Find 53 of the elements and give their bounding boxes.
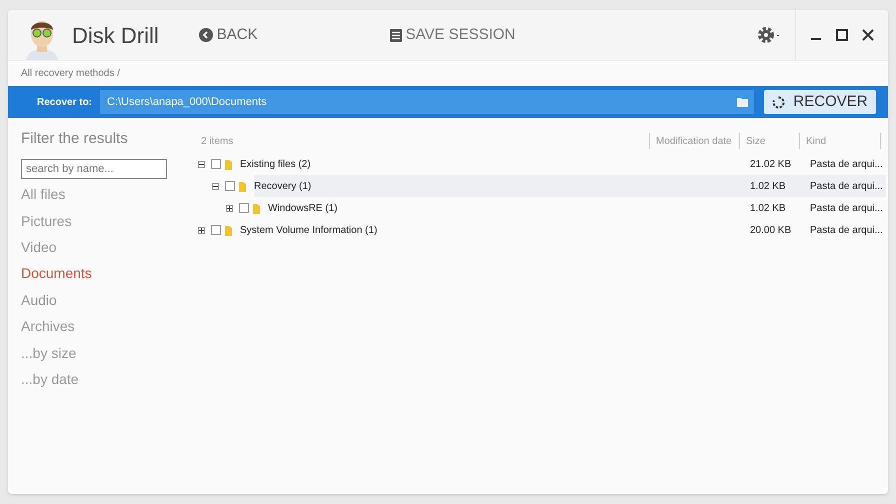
filter-item[interactable]: Documents [21,260,191,288]
file-row[interactable]: Existing files (2) [240,153,656,175]
filter-title: Filter the results [21,129,129,149]
filter-item[interactable]: Archives [21,313,191,340]
recover-button[interactable]: RECOVER [764,90,876,114]
filter-item[interactable]: Video [21,234,191,261]
kind-cell-text: Pasta de arqui... [809,202,884,216]
expand-toggle[interactable] [226,204,233,212]
maximize-icon[interactable] [836,29,848,41]
kind-cell-text: Pasta de arqui... [809,224,884,238]
path-field[interactable]: C:\Users\anapa_000\Documents [100,90,754,114]
filter-item[interactable]: All files [21,182,191,208]
size-cell-text: 21.02 KB [749,158,792,172]
folder-icon [238,180,247,192]
expand-toggle[interactable] [198,226,205,234]
file-row[interactable]: Recovery (1) [254,175,656,197]
kind-cell-text: Pasta de arqui... [809,180,884,194]
file-row[interactable]: WindowsRE (1) [268,197,656,219]
folder-icon [737,98,748,106]
list-icon [390,28,402,42]
checkbox[interactable] [211,159,221,169]
folder-icon [252,202,261,214]
app-title: Disk Drill [72,22,159,50]
back-button[interactable]: BACK [198,24,258,46]
item-count: 2 items [200,134,234,148]
filter-item[interactable]: Audio [21,287,191,314]
search-field[interactable]: search by name... [21,158,167,178]
recover-to-label: Recover to: [37,96,94,110]
column-header[interactable]: Modification date [649,133,739,149]
folder-icon [224,224,233,236]
filter-item[interactable]: Pictures [21,208,191,234]
file-row[interactable]: System Volume Information (1) [240,219,656,241]
folder-icon [224,158,233,170]
save-session-button[interactable]: SAVE SESSION [390,24,516,46]
size-cell-text: 1.02 KB [749,202,787,216]
breadcrumb: All recovery methods / [21,67,120,81]
size-cell-text: 20.00 KB [749,224,792,238]
column-header[interactable]: Kind [799,133,881,149]
filter-item[interactable]: ...by size [21,340,191,366]
collapse-toggle[interactable] [212,182,219,190]
refresh-icon [772,96,786,108]
filter-item[interactable]: ...by date [21,366,191,393]
close-icon[interactable] [862,29,874,41]
checkbox[interactable] [225,181,235,191]
checkbox[interactable] [239,203,249,213]
settings-button[interactable] [757,26,781,44]
settings-icon [757,26,781,44]
collapse-toggle[interactable] [198,160,205,168]
size-cell-text: 1.02 KB [749,180,787,194]
column-header[interactable]: Size [739,133,799,149]
back-icon [198,28,213,42]
kind-cell-text: Pasta de arqui... [809,158,884,172]
checkbox[interactable] [211,225,221,235]
